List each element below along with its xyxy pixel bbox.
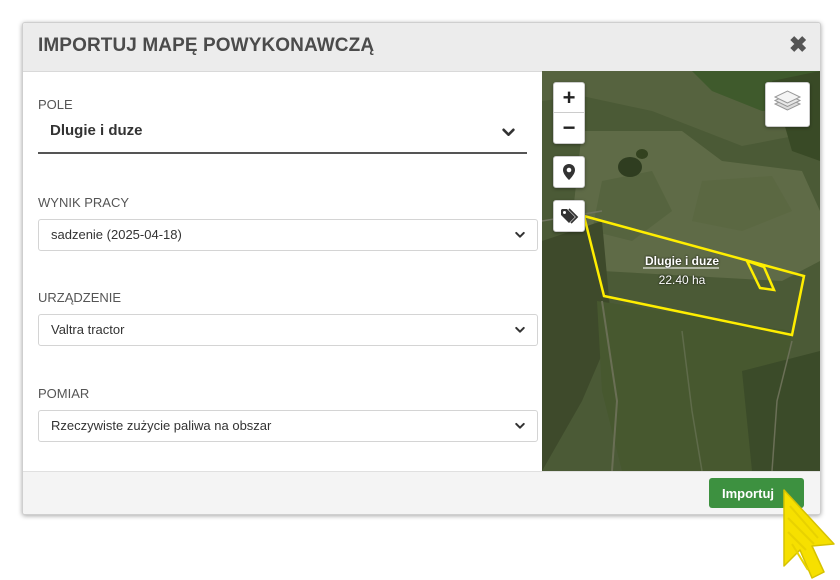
field-select-value: Dlugie i duze bbox=[50, 122, 143, 139]
field-map[interactable]: Dlugie i duze 22.40 ha + − bbox=[542, 71, 820, 471]
chevron-down-icon bbox=[515, 422, 525, 429]
device-select[interactable]: Valtra tractor bbox=[38, 314, 538, 346]
import-button-label: Importuj bbox=[722, 486, 774, 501]
field-label: POLE bbox=[38, 97, 73, 112]
device-value: Valtra tractor bbox=[51, 322, 125, 337]
import-map-dialog: IMPORTUJ MAPĘ POWYKONAWCZĄ ✖ POLE Dlugie… bbox=[22, 22, 821, 515]
field-area-label: 22.40 ha bbox=[658, 273, 706, 287]
chevron-down-icon bbox=[515, 231, 525, 238]
measurement-value: Rzeczywiste zużycie paliwa na obszar bbox=[51, 418, 272, 433]
field-select[interactable]: Dlugie i duze bbox=[38, 114, 527, 154]
dialog-title: IMPORTUJ MAPĘ POWYKONAWCZĄ bbox=[38, 35, 375, 56]
layers-icon bbox=[773, 90, 802, 111]
dialog-header: IMPORTUJ MAPĘ POWYKONAWCZĄ ✖ bbox=[23, 23, 820, 72]
chevron-down-icon bbox=[515, 326, 525, 333]
chevron-down-icon bbox=[502, 128, 515, 136]
tags-icon bbox=[561, 208, 579, 224]
labels-toggle-button[interactable] bbox=[553, 200, 585, 232]
work-result-select[interactable]: sadzenie (2025-04-18) bbox=[38, 219, 538, 251]
dialog-footer: Importuj bbox=[23, 471, 820, 514]
zoom-control: + − bbox=[553, 82, 585, 144]
zoom-out-button[interactable]: − bbox=[554, 113, 584, 142]
device-label: URZĄDZENIE bbox=[38, 290, 122, 305]
close-icon[interactable]: ✖ bbox=[789, 34, 807, 56]
work-result-label: WYNIK PRACY bbox=[38, 195, 130, 210]
field-name-label: Dlugie i duze bbox=[644, 254, 719, 268]
zoom-in-button[interactable]: + bbox=[554, 83, 584, 113]
layers-button[interactable] bbox=[765, 82, 810, 127]
measurement-select[interactable]: Rzeczywiste zużycie paliwa na obszar bbox=[38, 410, 538, 442]
map-pin-icon bbox=[563, 164, 575, 180]
work-result-value: sadzenie (2025-04-18) bbox=[51, 227, 182, 242]
pointer-cursor-icon bbox=[783, 489, 835, 579]
measurement-label: POMIAR bbox=[38, 386, 90, 401]
location-button[interactable] bbox=[553, 156, 585, 188]
